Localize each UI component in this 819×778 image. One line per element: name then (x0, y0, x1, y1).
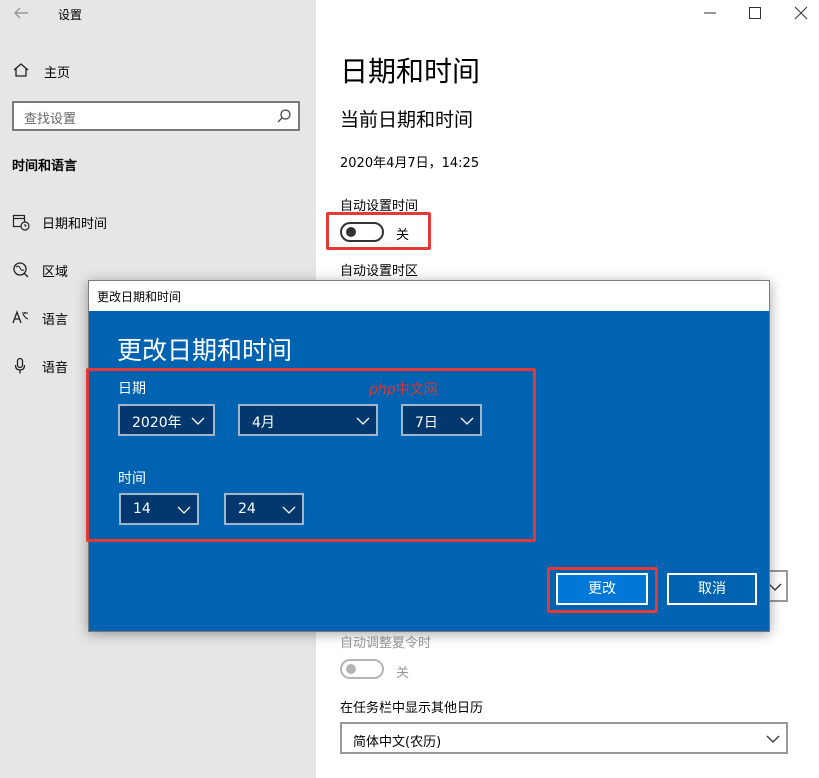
dst-label: 自动调整夏令时 (340, 636, 432, 651)
year-value: 2020年 (132, 415, 182, 431)
chevron-down-icon (191, 417, 205, 425)
time-label: 时间 (118, 471, 146, 487)
calendar-label: 在任务栏中显示其他日历 (340, 701, 484, 716)
dst-state: 关 (396, 666, 410, 681)
watermark-suffix: 中文网 (395, 382, 438, 398)
sidebar-item-label: 语言 (42, 313, 69, 328)
page-title: 日期和时间 (340, 55, 481, 88)
watermark-logo: php中文网 (369, 379, 438, 399)
change-datetime-dialog: 更改日期和时间 更改日期和时间 日期 php中文网 2020年 4月 7日 时间… (86, 280, 770, 632)
watermark-brand: php (369, 382, 396, 398)
chevron-down-icon (768, 583, 782, 591)
window-title: 设置 (58, 8, 83, 22)
day-select[interactable]: 7日 (401, 404, 482, 436)
chevron-down-icon (282, 506, 296, 514)
close-icon[interactable] (794, 6, 808, 20)
maximize-icon[interactable] (748, 6, 762, 20)
sidebar-item-region[interactable]: 区域 (12, 259, 302, 281)
chevron-down-icon (356, 417, 370, 425)
dst-toggle[interactable] (340, 659, 384, 679)
hour-value: 14 (133, 501, 151, 517)
auto-time-state: 关 (396, 228, 410, 243)
toggle-knob (346, 227, 356, 237)
month-select[interactable]: 4月 (238, 404, 378, 436)
current-datetime: 2020年4月7日，14:25 (340, 156, 480, 171)
search-icon[interactable] (276, 108, 292, 124)
sidebar-item-date-time[interactable]: 日期和时间 (12, 211, 302, 233)
language-icon (12, 310, 29, 324)
section-title: 当前日期和时间 (340, 109, 474, 131)
change-button[interactable]: 更改 (556, 573, 648, 605)
minute-select[interactable]: 24 (224, 493, 304, 525)
dialog-window-title: 更改日期和时间 (97, 290, 182, 304)
year-select[interactable]: 2020年 (118, 404, 215, 436)
calendar-clock-icon (12, 214, 30, 231)
chevron-down-icon (460, 417, 474, 425)
search-input[interactable]: 查找设置 (12, 101, 300, 131)
sidebar-item-label: 日期和时间 (42, 217, 108, 232)
chevron-down-icon (177, 506, 191, 514)
search-placeholder: 查找设置 (24, 112, 77, 127)
day-value: 7日 (415, 415, 438, 431)
minute-value: 24 (238, 501, 256, 517)
dialog-heading: 更改日期和时间 (117, 336, 293, 365)
cancel-button[interactable]: 取消 (667, 573, 757, 605)
sidebar-home-label: 主页 (44, 66, 71, 81)
hour-select[interactable]: 14 (119, 493, 199, 525)
sidebar-home[interactable]: 主页 (12, 60, 302, 82)
sidebar-item-label: 区域 (42, 265, 69, 280)
globe-region-icon (13, 262, 29, 278)
auto-timezone-label: 自动设置时区 (340, 264, 419, 279)
home-icon (13, 63, 29, 77)
month-value: 4月 (252, 415, 275, 431)
chevron-down-icon (766, 735, 780, 743)
calendar-value: 简体中文(农历) (353, 735, 442, 750)
toggle-knob (346, 664, 356, 674)
calendar-select[interactable]: 简体中文(农历) (340, 722, 788, 754)
microphone-icon (14, 357, 26, 374)
minimize-icon[interactable] (703, 6, 717, 20)
auto-time-toggle[interactable] (340, 222, 384, 242)
sidebar-section-title: 时间和语言 (12, 159, 78, 174)
sidebar-item-label: 语音 (42, 361, 69, 376)
back-arrow-icon[interactable] (12, 4, 30, 22)
dialog-body: 更改日期和时间 日期 php中文网 2020年 4月 7日 时间 14 24 更… (86, 311, 769, 631)
date-label: 日期 (118, 381, 146, 397)
